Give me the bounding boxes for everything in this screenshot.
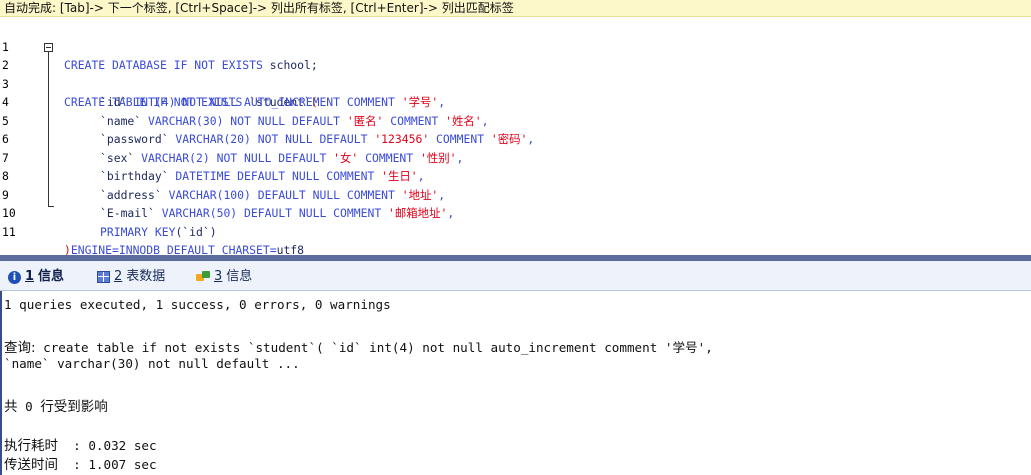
code-line-2[interactable]: 2 CREATE TABLE IF NOT EXISTS `student`( — [0, 38, 1031, 109]
summary-text: 1 queries executed, 1 success, 0 errors,… — [4, 297, 391, 312]
message-icon — [196, 271, 210, 283]
code-line-3[interactable]: 3 `id` INT(4) NOT NULL AUTO_INCREMENT CO… — [0, 56, 1031, 110]
line-number: 11 — [2, 224, 16, 239]
fold-guide-end — [48, 206, 54, 207]
code-line-6[interactable]: 6 `sex` VARCHAR(2) NOT NULL DEFAULT '女' … — [0, 112, 1031, 165]
code-line-7[interactable]: 7 `birthday` DATETIME DEFAULT NULL COMME… — [0, 130, 1031, 184]
tab-label: 信息 — [38, 269, 65, 284]
tab-table-data[interactable]: 2 表数据 — [97, 265, 165, 289]
query-text-continued: `name` varchar(30) not null default ... — [4, 356, 300, 371]
exec-time-value: : 0.032 sec — [58, 438, 157, 453]
transfer-time-label: 传送时间 — [4, 457, 58, 473]
result-tab-bar: i 1 信息 2 表数据 3 信息 — [0, 255, 1031, 291]
tab-info-3[interactable]: 3 信息 — [196, 265, 252, 289]
code-line-10[interactable]: 10 PRIMARY KEY(`id`) — [0, 186, 1031, 239]
code-area[interactable]: 1 CREATE DATABASE IF NOT EXISTS school; … — [0, 19, 1031, 256]
table-grid-icon — [97, 271, 110, 283]
query-label: 查询: — [4, 340, 36, 356]
code-line-8[interactable]: 8 `address` VARCHAR(100) DEFAULT NULL CO… — [0, 149, 1031, 202]
code-line-11[interactable]: 11 )ENGINE=INNODB DEFAULT CHARSET=utf8 — [0, 204, 1031, 256]
result-output-panel[interactable]: 1 queries executed, 1 success, 0 errors,… — [0, 291, 1031, 475]
sql-keyword: PRIMARY KEY — [100, 224, 176, 239]
transfer-time-value: : 1.007 sec — [58, 457, 157, 472]
sql-keyword: ENGINE=INNODB DEFAULT CHARSET= — [70, 243, 277, 255]
affected-rows-line: 共 0 行受到影响 — [4, 399, 108, 415]
tab-label: 表数据 — [126, 269, 166, 284]
transfer-time-line: 传送时间 : 1.007 sec — [4, 453, 157, 473]
fold-guide-line — [48, 52, 49, 206]
query-line: 查询: create table if not exists `student`… — [4, 336, 713, 356]
code-line-1[interactable]: 1 CREATE DATABASE IF NOT EXISTS school; — [0, 19, 1031, 73]
exec-time-line: 执行耗时 : 0.032 sec — [4, 434, 157, 454]
fold-collapse-icon[interactable] — [44, 42, 53, 52]
affected-rows-count: 0 — [17, 399, 41, 414]
info-icon: i — [8, 270, 21, 284]
code-line-9[interactable]: 9 `E-mail` VARCHAR(50) DEFAULT NULL COMM… — [0, 167, 1031, 221]
tab-label: 信息 — [226, 269, 253, 284]
code-line-4[interactable]: 4 `name` VARCHAR(30) NOT NULL DEFAULT '匿… — [0, 75, 1031, 128]
primary-key-column: (`id`) — [175, 224, 217, 239]
sql-editor[interactable]: 自动完成: [Tab]-> 下一个标签, [Ctrl+Space]-> 列出所有… — [0, 0, 1031, 255]
code-line-5[interactable]: 5 `password` VARCHAR(20) NOT NULL DEFAUL… — [0, 93, 1031, 147]
autocomplete-hint-bar: 自动完成: [Tab]-> 下一个标签, [Ctrl+Space]-> 列出所有… — [0, 0, 1031, 17]
close-paren: ) — [64, 243, 71, 255]
exec-time-label: 执行耗时 — [4, 438, 58, 454]
charset-value: utf8 — [276, 243, 305, 255]
query-text: create table if not exists `student`( `i… — [35, 340, 713, 355]
tab-info-1[interactable]: i 1 信息 — [8, 265, 64, 289]
